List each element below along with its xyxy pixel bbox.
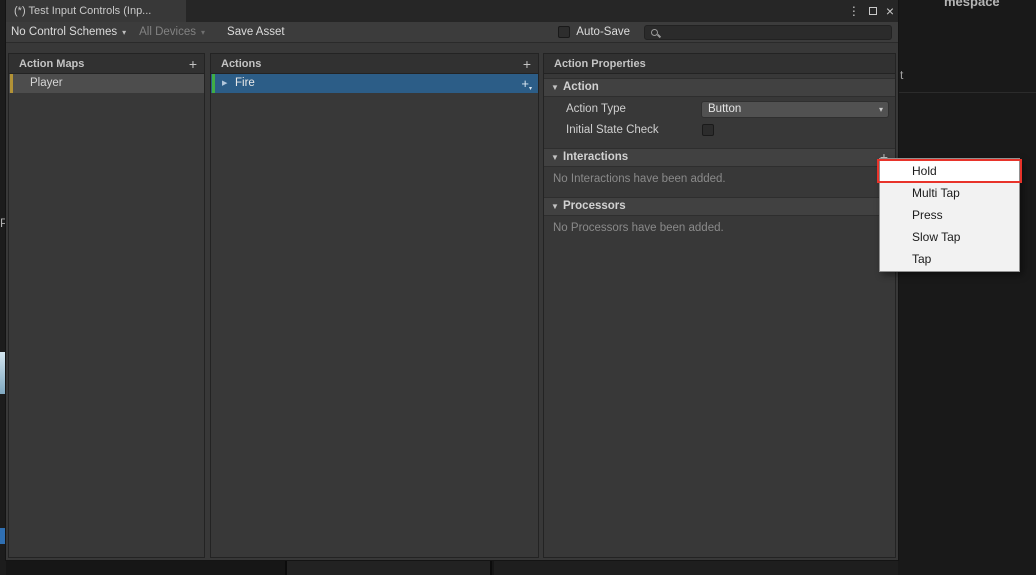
devices-label: All Devices [139, 26, 197, 38]
action-maps-panel: Action Maps + Player [8, 53, 205, 558]
control-schemes-label: No Control Schemes [11, 26, 118, 38]
kebab-menu-icon[interactable]: ⋮ [848, 4, 860, 18]
background-text-fragment: t [900, 68, 904, 82]
background-text-fragment: mespace [944, 0, 1000, 9]
input-actions-window: (*) Test Input Controls (Inp... ⋮ × No C… [6, 0, 898, 560]
foldout-open-icon: ▼ [551, 83, 559, 92]
foldout-open-icon: ▼ [551, 202, 559, 211]
maximize-icon[interactable] [868, 7, 877, 15]
add-action-map-button[interactable]: + [189, 54, 197, 74]
auto-save-label: Auto-Save [576, 26, 630, 38]
section-interactions[interactable]: ▼ Interactions + [544, 148, 895, 167]
initial-state-checkbox[interactable] [702, 124, 714, 136]
screenshot-stage: mespace t P (*) Test Input Controls (Inp… [0, 0, 1036, 575]
search-field[interactable] [644, 24, 892, 40]
menu-item-slow-tap[interactable]: Slow Tap [880, 226, 1019, 248]
background-right-area: mespace t [898, 0, 1036, 575]
chevron-down-icon: ▾ [201, 27, 206, 37]
background-panel-fragment [494, 561, 898, 575]
action-type-value: Button [708, 103, 742, 115]
interactions-context-menu: Hold Multi Tap Press Slow Tap Tap [879, 158, 1020, 272]
action-type-label: Action Type [566, 103, 626, 115]
add-binding-button[interactable]: +▾ [521, 74, 532, 97]
action-maps-title: Action Maps [19, 58, 85, 70]
actions-header: Actions + [211, 54, 538, 74]
action-properties-header: Action Properties [544, 54, 895, 74]
initial-state-row: Initial State Check [544, 121, 895, 140]
interactions-empty-text: No Interactions have been added. [553, 173, 726, 185]
action-label: Fire [235, 77, 255, 89]
action-type-dropdown[interactable]: Button ▾ [701, 101, 889, 118]
section-action-title: Action [563, 81, 599, 93]
actions-panel: Actions + ▶ Fire +▾ [210, 53, 539, 558]
tab-title: (*) Test Input Controls (Inp... [14, 5, 152, 17]
section-processors-title: Processors [563, 200, 626, 212]
control-schemes-dropdown[interactable]: No Control Schemes ▾ [11, 26, 126, 38]
action-properties-panel: Action Properties ▼ Action Action Type B… [543, 53, 896, 558]
section-interactions-title: Interactions [563, 151, 629, 163]
chevron-down-icon: ▾ [528, 86, 532, 92]
devices-dropdown[interactable]: All Devices ▾ [139, 26, 205, 38]
window-controls: ⋮ × [848, 0, 894, 22]
initial-state-label: Initial State Check [566, 124, 659, 136]
save-asset-button[interactable]: Save Asset [227, 26, 285, 38]
action-map-label: Player [30, 77, 63, 89]
foldout-open-icon: ▼ [551, 153, 559, 162]
background-panel-fragment [285, 561, 492, 575]
action-color-bar [212, 74, 215, 93]
action-type-row: Action Type Button ▾ [544, 100, 895, 119]
search-input[interactable] [658, 26, 891, 38]
section-action[interactable]: ▼ Action [544, 78, 895, 97]
action-properties-title: Action Properties [554, 58, 646, 70]
action-map-color-bar [10, 74, 13, 93]
actions-title: Actions [221, 58, 262, 70]
menu-item-press[interactable]: Press [880, 204, 1019, 226]
tab-test-input-controls[interactable]: (*) Test Input Controls (Inp... [6, 0, 186, 22]
chevron-down-icon: ▾ [878, 105, 883, 114]
add-action-button[interactable]: + [523, 54, 531, 74]
menu-item-multi-tap[interactable]: Multi Tap [880, 182, 1019, 204]
toolbar: No Control Schemes ▾ All Devices ▾ Save … [6, 22, 898, 43]
search-icon [651, 28, 658, 36]
processors-empty-text: No Processors have been added. [553, 222, 724, 234]
chevron-down-icon: ▾ [122, 27, 127, 37]
menu-item-hold[interactable]: Hold [880, 160, 1019, 182]
menu-item-tap[interactable]: Tap [880, 248, 1019, 270]
auto-save-checkbox[interactable] [558, 26, 571, 38]
list-item-player[interactable]: Player [9, 74, 204, 93]
foldout-closed-icon[interactable]: ▶ [222, 74, 227, 93]
close-icon[interactable]: × [886, 4, 894, 18]
background-divider [898, 92, 1036, 93]
list-item-fire[interactable]: ▶ Fire +▾ [211, 74, 538, 93]
section-processors[interactable]: ▼ Processors + [544, 197, 895, 216]
window-tab-bar: (*) Test Input Controls (Inp... ⋮ × [6, 0, 898, 22]
background-bottom-area [0, 560, 898, 575]
action-maps-header: Action Maps + [9, 54, 204, 74]
